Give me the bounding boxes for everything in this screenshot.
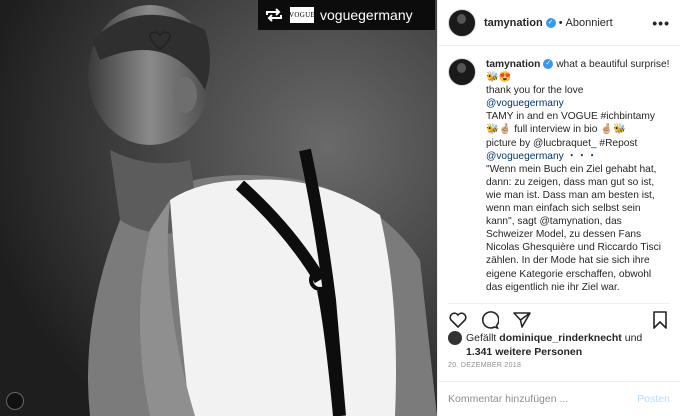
portrait-photo xyxy=(0,0,437,416)
caption-text: tamynation ✓ what a beautiful surprise! 🐝… xyxy=(486,58,670,294)
caption-line: 🐝🤞🏼 full interview in bio 🤞🏼🐝 xyxy=(486,124,626,136)
caption-quote: "Wenn mein Buch ein Ziel gehabt hat, dan… xyxy=(486,163,661,293)
caption-mention[interactable]: @voguegermany ・・・ xyxy=(486,151,597,162)
repost-icon xyxy=(264,7,284,23)
caption-line: picture by @lucbraquet_ #Repost xyxy=(486,137,638,149)
header-separator: • xyxy=(558,16,563,29)
repost-overlay: VOGUE voguegermany xyxy=(258,0,435,30)
avatar[interactable] xyxy=(448,8,476,37)
post-date[interactable]: 20. DEZEMBER 2018 xyxy=(448,362,521,369)
caption-line: thank you for the love xyxy=(486,85,584,97)
comments-area[interactable]: tamynation ✓ what a beautiful surprise! 🐝… xyxy=(448,58,670,294)
post-header: tamynation ✓ • Abonniert ••• xyxy=(438,0,680,46)
vogue-logo: VOGUE xyxy=(289,7,315,23)
likes-count[interactable]: 1.341 weitere Personen xyxy=(466,346,582,358)
caption-line: TAMY in and en VOGUE #ichbintamy xyxy=(486,111,655,123)
verified-badge-icon: ✓ xyxy=(543,59,554,70)
liker-avatar[interactable] xyxy=(448,331,462,345)
post-sidebar: tamynation ✓ • Abonniert ••• tamynation ✓… xyxy=(437,0,680,416)
share-icon[interactable] xyxy=(512,310,532,330)
caption-username[interactable]: tamynation xyxy=(486,59,540,70)
verified-badge-icon: ✓ xyxy=(545,17,556,28)
likes-prefix: Gefällt xyxy=(466,332,497,344)
post-button[interactable]: Posten xyxy=(637,393,670,405)
action-bar xyxy=(448,303,670,332)
header-username[interactable]: tamynation xyxy=(484,17,543,29)
comment-icon[interactable] xyxy=(480,310,500,330)
avatar[interactable] xyxy=(448,58,476,86)
bookmark-icon[interactable] xyxy=(650,310,670,330)
comment-input[interactable]: Kommentar hinzufügen ... xyxy=(448,393,568,405)
tag-people-icon[interactable] xyxy=(6,392,24,410)
heart-icon[interactable] xyxy=(448,310,468,330)
post-image[interactable]: VOGUE voguegermany xyxy=(0,0,437,416)
add-comment-bar: Kommentar hinzufügen ... Posten xyxy=(438,381,680,416)
likes-mid: und xyxy=(624,332,643,344)
caption-comment: tamynation ✓ what a beautiful surprise! 🐝… xyxy=(448,58,670,294)
caption-mention[interactable]: @voguegermany xyxy=(486,98,564,109)
follow-status[interactable]: Abonniert xyxy=(566,17,613,29)
liker-username[interactable]: dominique_rinderknecht xyxy=(499,332,622,344)
likes-summary: Gefällt dominique_rinderknecht und 1.341… xyxy=(448,331,670,359)
more-icon[interactable]: ••• xyxy=(652,15,670,31)
repost-handle: voguegermany xyxy=(320,7,413,23)
